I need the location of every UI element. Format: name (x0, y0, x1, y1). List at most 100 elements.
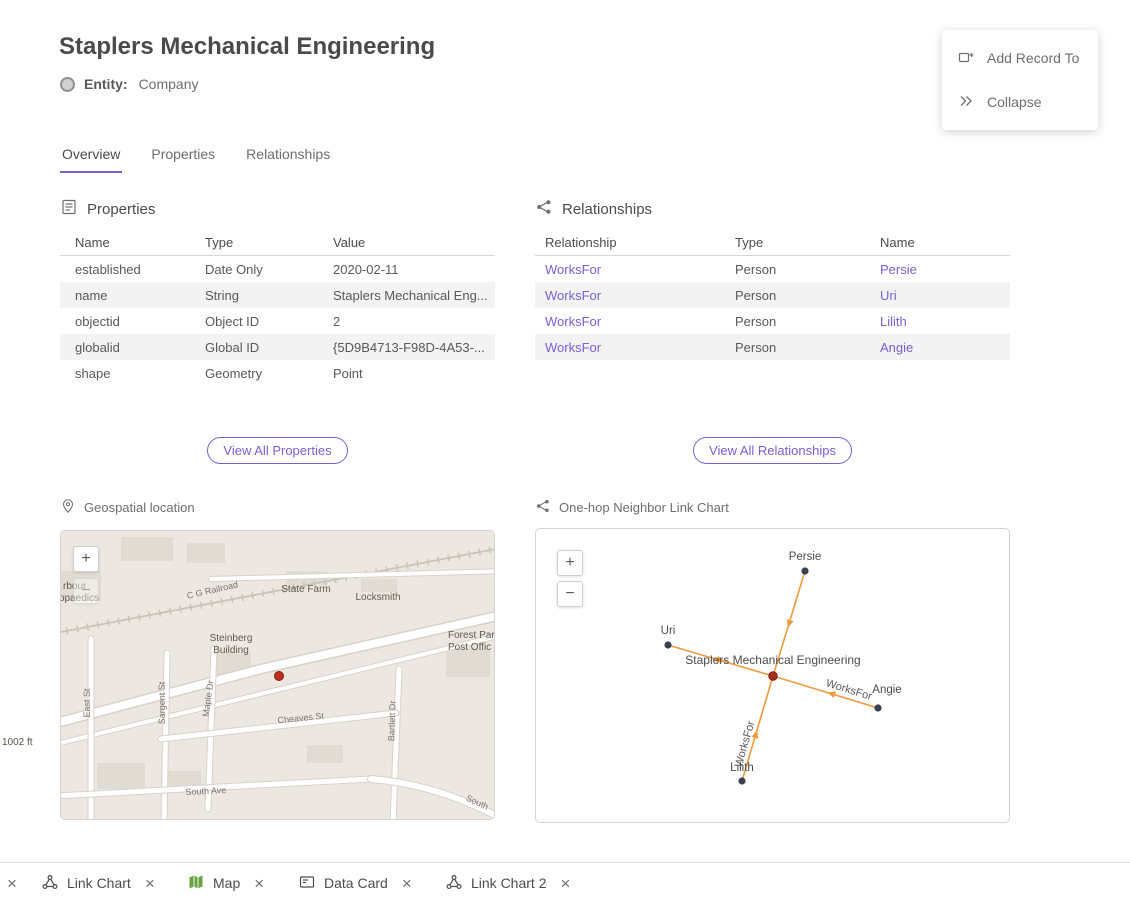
menu-item-label: Collapse (987, 94, 1041, 110)
tab-label: Link Chart (67, 875, 131, 891)
map-label-bartlett-dr: Bartlett Dr (386, 700, 397, 741)
prop-type: Global ID (190, 340, 318, 355)
node-center-company[interactable] (769, 672, 777, 680)
rel-entity-link[interactable]: Angie (870, 340, 1010, 355)
relationship-link[interactable]: WorksFor (535, 262, 725, 277)
node-angie[interactable] (874, 704, 881, 711)
relationship-link[interactable]: WorksFor (535, 340, 725, 355)
bottom-tab-bar: × Link Chart × (0, 862, 1130, 903)
column-header: Name (870, 235, 1010, 250)
relationships-section-title: Relationships (535, 198, 652, 220)
node-label-angie: Angie (872, 684, 901, 696)
clipped-tab-close-icon[interactable]: × (7, 875, 17, 892)
view-all-relationships-button[interactable]: View All Relationships (693, 437, 852, 464)
table-row: established Date Only 2020-02-11 (60, 256, 495, 282)
map-zoom-in-button[interactable]: + (73, 546, 99, 572)
close-icon[interactable]: × (145, 875, 155, 892)
prop-name: globalid (60, 340, 190, 355)
view-all-properties-button[interactable]: View All Properties (207, 437, 347, 464)
prop-type: Object ID (190, 314, 318, 329)
entity-color-swatch (60, 77, 75, 92)
node-persie[interactable] (801, 567, 808, 574)
link-chart-zoom-in-button[interactable]: + (557, 550, 583, 576)
tab-relationships[interactable]: Relationships (244, 142, 332, 173)
table-row: WorksFor Person Angie (535, 334, 1010, 360)
map-label-forest-1: Forest Par (448, 630, 495, 641)
tab-overview[interactable]: Overview (60, 142, 122, 173)
menu-item-add-record-to[interactable]: Add Record To (942, 36, 1098, 80)
link-chart-icon (42, 874, 58, 893)
prop-name: established (60, 262, 190, 277)
tab-bar: Overview Properties Relationships (60, 142, 332, 173)
relationship-link[interactable]: WorksFor (535, 314, 725, 329)
column-header: Type (725, 235, 870, 250)
relationships-table: Relationship Type Name WorksFor Person P… (535, 229, 1010, 360)
menu-item-label: Add Record To (987, 50, 1079, 66)
map-label-sargent-st: Sargent St (157, 681, 167, 724)
menu-item-collapse[interactable]: Collapse (942, 80, 1098, 124)
column-header: Name (60, 235, 190, 250)
properties-title-text: Properties (87, 201, 155, 218)
prop-type: Date Only (190, 262, 318, 277)
prop-value: 2020-02-11 (318, 262, 495, 277)
table-row: globalid Global ID {5D9B4713-F98D-4A53-.… (60, 334, 495, 360)
node-label-lilith: Lilith (730, 762, 754, 774)
node-uri[interactable] (664, 641, 671, 648)
properties-table-header: Name Type Value (60, 229, 495, 256)
add-record-icon (957, 48, 975, 69)
link-chart-icon (446, 874, 462, 893)
link-chart-title-text: One-hop Neighbor Link Chart (559, 500, 729, 515)
prop-value: {5D9B4713-F98D-4A53-... (318, 340, 495, 355)
map-label-forest-2: Post Offic (448, 642, 491, 653)
prop-type: Geometry (190, 366, 318, 381)
node-label-center: Staplers Mechanical Engineering (685, 653, 860, 667)
data-card-icon (60, 198, 78, 220)
map-icon (188, 874, 204, 893)
tab-properties[interactable]: Properties (149, 142, 217, 173)
prop-value: 2 (318, 314, 495, 329)
column-header: Type (190, 235, 318, 250)
table-row: WorksFor Person Uri (535, 282, 1010, 308)
prop-name: objectid (60, 314, 190, 329)
link-chart-view[interactable]: WorksFor WorksFor Persie Uri Angie Lilit… (535, 528, 1010, 823)
entity-type: Company (139, 76, 199, 92)
prop-type: String (190, 288, 318, 303)
prop-name: shape (60, 366, 190, 381)
tab-label: Link Chart 2 (471, 875, 546, 891)
table-row: WorksFor Person Lilith (535, 308, 1010, 334)
bottom-tab-data-card[interactable]: Data Card × (299, 863, 412, 903)
prop-value: Staplers Mechanical Eng... (318, 288, 495, 303)
map-entity-marker[interactable] (275, 672, 284, 681)
map-label-locksmith: Locksmith (355, 592, 400, 603)
link-chart-icon (535, 498, 551, 517)
rel-entity-link[interactable]: Uri (870, 288, 1010, 303)
link-chart-canvas[interactable]: WorksFor WorksFor Persie Uri Angie Lilit… (536, 529, 1010, 823)
relationships-icon (535, 198, 553, 220)
map-label-south-ave: South Ave (185, 785, 226, 797)
close-icon[interactable]: × (254, 875, 264, 892)
rel-entity-link[interactable]: Persie (870, 262, 1010, 277)
collapse-double-chevron-icon (957, 92, 975, 113)
properties-section-title: Properties (60, 198, 155, 220)
rel-type: Person (725, 262, 870, 277)
rel-type: Person (725, 288, 870, 303)
map-label-east-st: East St (82, 688, 92, 718)
link-chart-zoom-out-button[interactable]: − (557, 581, 583, 607)
rel-entity-link[interactable]: Lilith (870, 314, 1010, 329)
relationships-title-text: Relationships (562, 201, 652, 218)
tab-label: Data Card (324, 875, 388, 891)
bottom-tab-link-chart-2[interactable]: Link Chart 2 × (446, 863, 570, 903)
prop-value: Point (318, 366, 495, 381)
close-icon[interactable]: × (560, 875, 570, 892)
map-view[interactable]: C G Railroad State Farm Locksmith Steinb… (60, 530, 495, 820)
map-pin-icon (60, 498, 76, 517)
prop-name: name (60, 288, 190, 303)
bottom-tab-map[interactable]: Map × (188, 863, 264, 903)
bottom-tab-link-chart[interactable]: Link Chart × (42, 863, 155, 903)
tab-label: Map (213, 875, 240, 891)
node-lilith[interactable] (738, 777, 745, 784)
map-canvas[interactable]: C G Railroad State Farm Locksmith Steinb… (61, 531, 495, 820)
relationship-link[interactable]: WorksFor (535, 288, 725, 303)
close-icon[interactable]: × (402, 875, 412, 892)
map-zoom-out-button[interactable]: − (73, 578, 99, 604)
